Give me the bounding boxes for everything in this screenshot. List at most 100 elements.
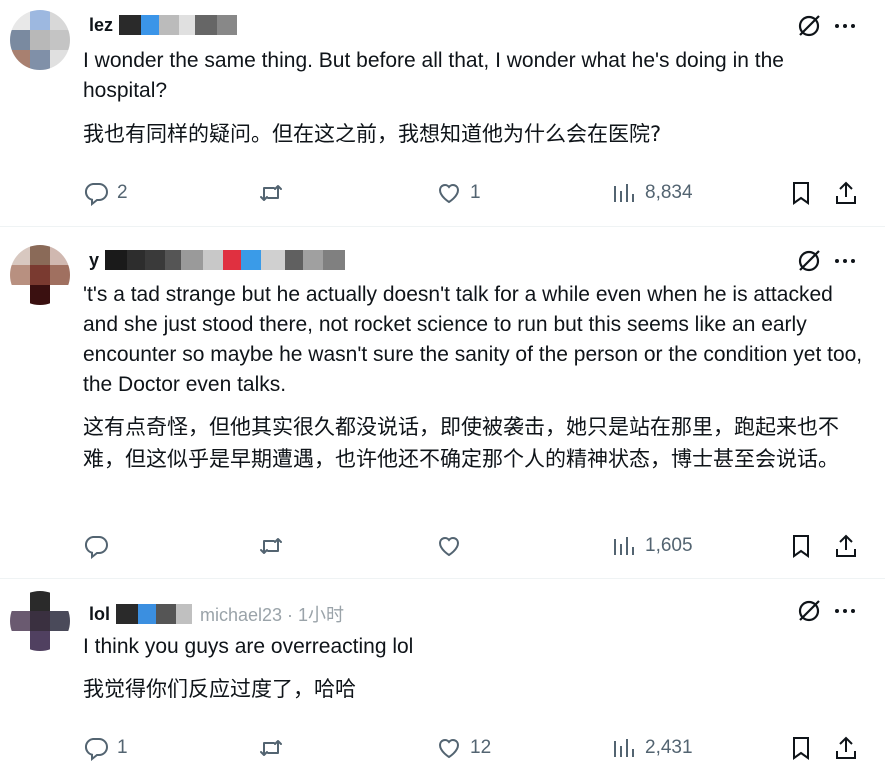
like-count: 12 <box>470 737 492 758</box>
tweet-header: lez <box>83 10 238 40</box>
redacted-block <box>165 250 182 270</box>
redacted-block <box>285 250 304 270</box>
avatar-pixel <box>10 245 30 265</box>
tweet-1[interactable]: lez I wonder the same thing. But before … <box>0 0 885 225</box>
more-icon[interactable] <box>831 597 859 625</box>
share-button[interactable] <box>833 178 859 208</box>
tweet-text-en: 't's a tad strange but he actually doesn… <box>83 283 863 396</box>
reply-count: 1 <box>117 737 128 758</box>
redacted-block <box>223 250 242 270</box>
redacted-block <box>116 604 138 624</box>
redacted-block <box>241 250 262 270</box>
redacted-block <box>217 15 238 35</box>
bookmark-icon <box>793 182 809 205</box>
share-icon <box>836 736 856 759</box>
share-icon <box>836 181 856 204</box>
avatar-pixel <box>10 10 30 30</box>
avatar-pixel <box>30 611 50 631</box>
avatar-pixel <box>30 50 50 70</box>
avatar-pixel <box>30 285 50 305</box>
redacted-block <box>145 250 166 270</box>
avatar-pixel <box>50 611 70 631</box>
grok-icon[interactable] <box>795 247 823 275</box>
avatar-pixel <box>50 285 70 305</box>
retweet-button[interactable] <box>258 733 292 763</box>
avatar-pixel <box>10 591 30 611</box>
redacted-block <box>323 250 346 270</box>
avatar-pixel <box>30 245 50 265</box>
avatar-pixel <box>50 30 70 50</box>
like-button[interactable] <box>436 531 470 561</box>
reply-button[interactable] <box>83 531 117 561</box>
views-count: 1,605 <box>645 535 693 556</box>
avatar[interactable] <box>10 10 70 70</box>
tweet-text-en: I wonder the same thing. But before all … <box>83 49 784 102</box>
reply-icon <box>84 536 108 559</box>
avatar-pixel <box>50 265 70 285</box>
tweet-actions: 2 1 8,834 <box>83 178 863 208</box>
handle-and-time[interactable]: michael23 · 1小时 <box>200 601 344 627</box>
avatar-pixel <box>10 50 30 70</box>
grok-icon[interactable] <box>795 597 823 625</box>
grok-icon[interactable] <box>795 12 823 40</box>
share-button[interactable] <box>833 531 859 561</box>
views-icon <box>614 184 634 202</box>
tweet-actions: 1,605 <box>83 531 863 561</box>
like-icon <box>438 184 460 204</box>
avatar-pixel <box>50 591 70 611</box>
redacted-block <box>195 15 218 35</box>
reply-icon <box>84 183 108 206</box>
views-button[interactable]: 8,834 <box>611 178 693 208</box>
views-button[interactable]: 1,605 <box>611 531 693 561</box>
like-button[interactable]: 1 <box>436 178 481 208</box>
redacted-block <box>105 250 128 270</box>
bookmark-button[interactable] <box>788 531 814 561</box>
tweet-text-zh: 这有点奇怪，但他其实很久都没说话，即使被袭击，她只是站在那里，跑起来也不难，但这… <box>83 415 839 471</box>
avatar-pixel <box>50 10 70 30</box>
views-button[interactable]: 2,431 <box>611 733 693 763</box>
redacted-block <box>203 250 224 270</box>
retweet-button[interactable] <box>258 178 292 208</box>
avatar-pixel <box>10 285 30 305</box>
avatar-pixel <box>30 591 50 611</box>
tweet-header: y <box>83 245 346 275</box>
share-button[interactable] <box>833 733 859 763</box>
avatar-pixel <box>30 10 50 30</box>
tweet-actions: 1 12 2,431 <box>83 733 863 763</box>
avatar-pixel <box>50 50 70 70</box>
bookmark-icon <box>793 535 809 558</box>
display-name-fragment[interactable]: lol <box>89 604 110 625</box>
tweet-2[interactable]: y 't's a tad strange but he actually doe… <box>0 227 885 577</box>
reply-button[interactable]: 2 <box>83 178 128 208</box>
avatar-pixel <box>10 611 30 631</box>
retweet-button[interactable] <box>258 531 292 561</box>
more-icon[interactable] <box>831 247 859 275</box>
redacted-block <box>181 250 204 270</box>
bookmark-button[interactable] <box>788 733 814 763</box>
redacted-block <box>303 250 324 270</box>
avatar-pixel <box>10 30 30 50</box>
more-icon[interactable] <box>831 12 859 40</box>
like-icon <box>438 537 460 557</box>
redacted-block <box>179 15 196 35</box>
views-count: 2,431 <box>645 737 693 758</box>
display-name-fragment[interactable]: lez <box>89 15 113 36</box>
avatar[interactable] <box>10 245 70 305</box>
like-button[interactable]: 12 <box>436 733 491 763</box>
reply-icon <box>84 738 108 761</box>
display-name-fragment[interactable]: y <box>89 250 99 271</box>
avatar-pixel <box>30 30 50 50</box>
tweet-3[interactable]: lol michael23 · 1小时 I think you guys are … <box>0 579 885 781</box>
redacted-block <box>261 250 286 270</box>
avatar-pixel <box>30 265 50 285</box>
avatar-pixel <box>10 265 30 285</box>
bookmark-icon <box>793 737 809 760</box>
views-icon <box>614 739 634 757</box>
reply-button[interactable]: 1 <box>83 733 128 763</box>
avatar[interactable] <box>10 591 70 651</box>
tweet-header: lol michael23 · 1小时 <box>83 599 348 629</box>
redacted-block <box>141 15 160 35</box>
bookmark-button[interactable] <box>788 178 814 208</box>
redacted-block <box>159 15 180 35</box>
retweet-icon <box>260 538 282 554</box>
